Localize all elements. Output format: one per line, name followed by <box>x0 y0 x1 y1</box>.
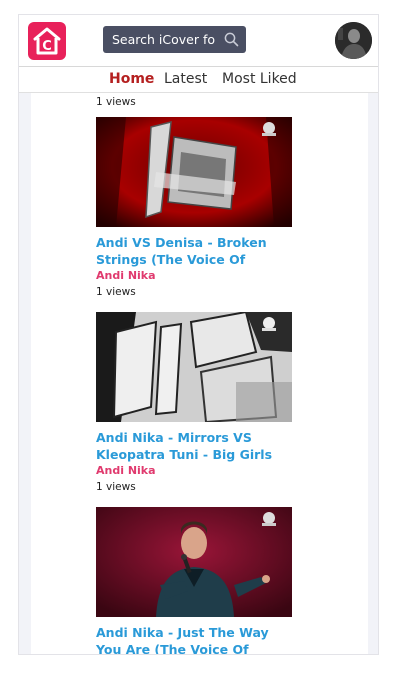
video-card: Andi Nika - Just The Way You Are (The Vo… <box>96 507 296 655</box>
search-input[interactable] <box>103 26 219 53</box>
video-title-link[interactable]: Andi Nika - Mirrors VS Kleopatra Tuni - … <box>96 429 292 463</box>
top-bar: C <box>19 15 378 67</box>
thumbnail-image <box>96 312 292 422</box>
app-logo[interactable]: C <box>28 22 66 60</box>
tab-latest[interactable]: Latest <box>164 71 207 87</box>
video-feed: 1 views Andi VS Denisa - Broken Strings … <box>31 93 368 655</box>
video-card: Andi Nika - Mirrors VS Kleopatra Tuni - … <box>96 312 296 494</box>
video-thumbnail[interactable] <box>96 507 292 617</box>
channel-link[interactable]: Andi Nika <box>96 269 296 283</box>
search-icon[interactable] <box>224 32 239 47</box>
video-views: 1 views <box>96 286 136 298</box>
video-title-line: Strings (The Voice Of <box>96 252 246 267</box>
video-title-line: You Are (The Voice Of <box>96 642 249 655</box>
thumbnail-image <box>96 117 292 227</box>
tab-most-liked[interactable]: Most Liked <box>222 71 297 87</box>
video-title-link[interactable]: Andi VS Denisa - Broken Strings (The Voi… <box>96 234 292 268</box>
video-views: 1 views <box>96 481 136 493</box>
avatar-image <box>335 22 372 59</box>
previous-video-views: 1 views <box>96 96 136 108</box>
user-avatar[interactable] <box>335 22 372 59</box>
video-thumbnail[interactable] <box>96 312 292 422</box>
video-title-line: Andi Nika - Just The Way <box>96 625 269 640</box>
video-title-line: Andi Nika - Mirrors VS <box>96 430 252 445</box>
video-thumbnail[interactable] <box>96 117 292 227</box>
video-title-line: Andi VS Denisa - Broken <box>96 235 267 250</box>
app-frame: C Home Latest Most Liked 1 views <box>18 14 379 655</box>
home-logo-icon: C <box>33 27 61 55</box>
tab-home[interactable]: Home <box>109 71 154 87</box>
search-box <box>103 26 246 53</box>
video-title-line: Kleopatra Tuni - Big Girls <box>96 447 273 462</box>
thumbnail-image <box>96 507 292 617</box>
video-card: Andi VS Denisa - Broken Strings (The Voi… <box>96 117 296 299</box>
nav-tabs: Home Latest Most Liked <box>19 67 378 93</box>
logo-letter: C <box>42 39 52 54</box>
video-title-link[interactable]: Andi Nika - Just The Way You Are (The Vo… <box>96 624 292 655</box>
channel-link[interactable]: Andi Nika <box>96 464 296 478</box>
